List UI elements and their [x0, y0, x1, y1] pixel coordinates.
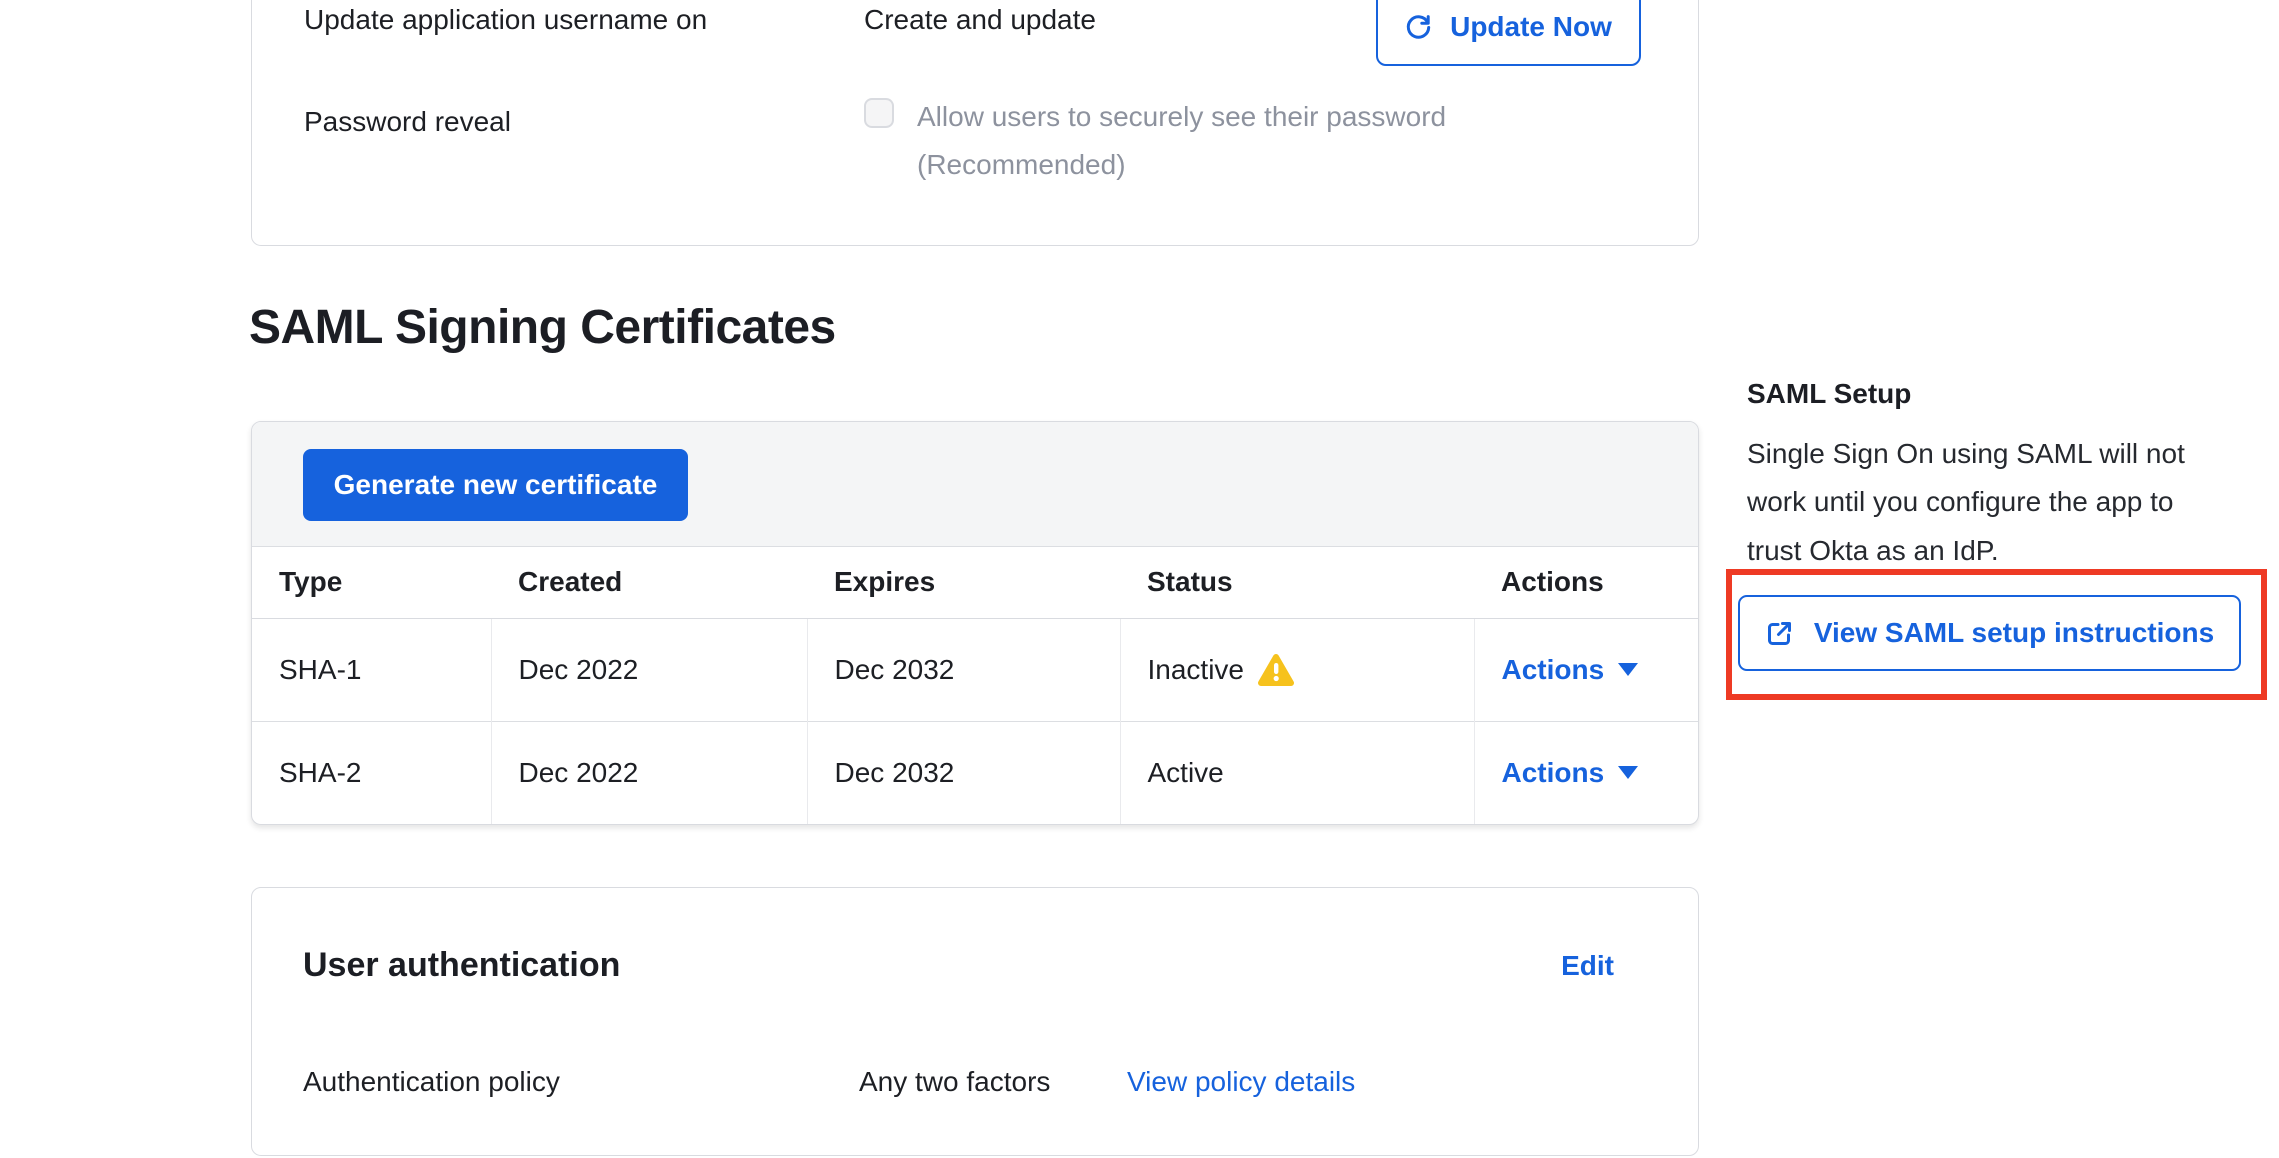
chevron-down-icon: [1618, 663, 1638, 676]
col-header-created: Created: [491, 547, 807, 618]
update-now-label: Update Now: [1450, 11, 1612, 43]
password-reveal-checkbox-label-line1[interactable]: Allow users to securely see their passwo…: [917, 100, 1446, 134]
password-reveal-checkbox-label-line2[interactable]: (Recommended): [917, 148, 1126, 182]
status-text: Inactive: [1148, 654, 1245, 686]
col-header-type: Type: [252, 547, 491, 618]
warning-icon: [1258, 653, 1294, 687]
actions-label: Actions: [1502, 757, 1605, 789]
cert-status-cell: Active: [1120, 721, 1474, 824]
page: Update application username on Create an…: [0, 0, 2279, 1158]
col-header-status: Status: [1120, 547, 1474, 618]
saml-setup-description-line2: work until you configure the app to: [1747, 485, 2173, 519]
password-reveal-label: Password reveal: [304, 105, 511, 139]
actions-label: Actions: [1502, 654, 1605, 686]
certificates-table: Type Created Expires Status Actions SHA-…: [252, 547, 1698, 824]
col-header-actions: Actions: [1474, 547, 1698, 618]
certificates-panel: Generate new certificate Type Created Ex…: [251, 421, 1699, 825]
saml-setup-description-line1: Single Sign On using SAML will not: [1747, 437, 2185, 471]
table-row: SHA-1 Dec 2022 Dec 2032 Inactive: [252, 618, 1698, 721]
saml-setup-title: SAML Setup: [1747, 378, 1911, 410]
cert-status-cell: Inactive: [1120, 618, 1474, 721]
cert-actions-cell: Actions: [1474, 721, 1698, 824]
actions-dropdown[interactable]: Actions: [1502, 757, 1639, 789]
view-saml-setup-instructions-button[interactable]: View SAML setup instructions: [1738, 595, 2241, 671]
cert-created-cell: Dec 2022: [491, 721, 807, 824]
cert-actions-cell: Actions: [1474, 618, 1698, 721]
authentication-policy-value: Any two factors: [859, 1066, 1050, 1098]
cert-type-cell: SHA-2: [252, 721, 491, 824]
view-policy-details-link[interactable]: View policy details: [1127, 1066, 1355, 1098]
certificates-panel-header: Generate new certificate: [252, 422, 1698, 547]
table-header-row: Type Created Expires Status Actions: [252, 547, 1698, 618]
refresh-icon: [1405, 14, 1432, 41]
col-header-expires: Expires: [807, 547, 1120, 618]
table-row: SHA-2 Dec 2022 Dec 2032 Active Actions: [252, 721, 1698, 824]
status-text: Active: [1148, 757, 1224, 789]
page-title: SAML Signing Certificates: [249, 300, 836, 355]
edit-link[interactable]: Edit: [1561, 950, 1614, 982]
generate-certificate-button[interactable]: Generate new certificate: [303, 449, 688, 521]
external-link-icon: [1765, 619, 1794, 648]
username-update-value: Create and update: [864, 3, 1096, 37]
user-authentication-card: User authentication Edit Authentication …: [251, 887, 1699, 1156]
cert-type-cell: SHA-1: [252, 618, 491, 721]
cert-expires-cell: Dec 2032: [807, 618, 1120, 721]
cert-expires-cell: Dec 2032: [807, 721, 1120, 824]
saml-setup-description-line3: trust Okta as an IdP.: [1747, 534, 1999, 568]
password-reveal-checkbox[interactable]: [864, 98, 894, 128]
view-saml-setup-label: View SAML setup instructions: [1814, 617, 2214, 649]
user-authentication-title: User authentication: [303, 946, 620, 985]
chevron-down-icon: [1618, 766, 1638, 779]
username-update-label: Update application username on: [304, 3, 707, 37]
cert-created-cell: Dec 2022: [491, 618, 807, 721]
authentication-policy-label: Authentication policy: [303, 1066, 560, 1098]
update-now-button[interactable]: Update Now: [1376, 0, 1641, 66]
actions-dropdown[interactable]: Actions: [1502, 654, 1639, 686]
